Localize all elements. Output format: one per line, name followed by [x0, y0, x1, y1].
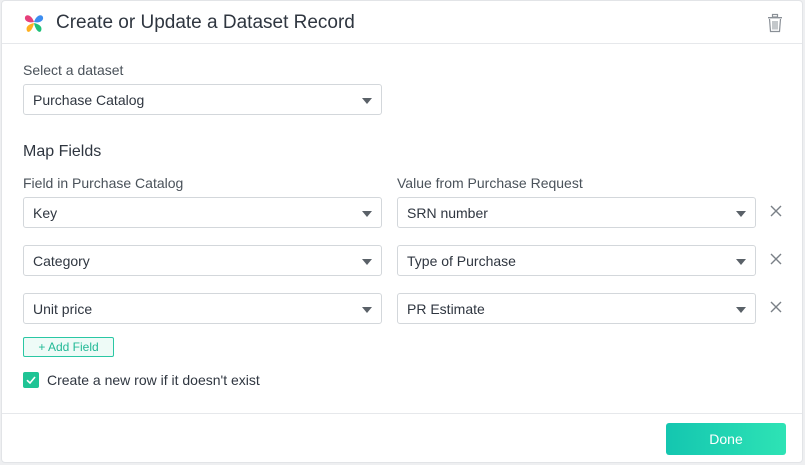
chevron-down-icon [362, 211, 372, 217]
close-icon[interactable] [769, 204, 783, 218]
modal-title: Create or Update a Dataset Record [56, 12, 355, 33]
butterfly-logo-icon [24, 15, 44, 32]
dataset-select-value: Purchase Catalog [33, 92, 145, 108]
checkmark-icon [26, 376, 36, 385]
map-fields-title: Map Fields [23, 143, 102, 160]
field-select-value: Key [33, 205, 58, 221]
value-select-value: SRN number [407, 205, 488, 221]
modal-header: Create or Update a Dataset Record [2, 1, 802, 44]
create-row-checkbox[interactable] [23, 372, 39, 388]
value-select-pr-estimate[interactable]: PR Estimate [397, 293, 756, 324]
dataset-record-modal: Create or Update a Dataset Record Select… [1, 0, 803, 463]
value-select-value: Type of Purchase [407, 253, 516, 269]
field-select-key[interactable]: Key [23, 197, 382, 228]
create-row-label: Create a new row if it doesn't exist [47, 372, 260, 388]
field-select-category[interactable]: Category [23, 245, 382, 276]
field-select-unit-price[interactable]: Unit price [23, 293, 382, 324]
dataset-select[interactable]: Purchase Catalog [23, 84, 382, 115]
chevron-down-icon [736, 259, 746, 265]
field-column-header: Field in Purchase Catalog [23, 175, 184, 191]
close-icon[interactable] [769, 252, 783, 266]
value-column-header: Value from Purchase Request [397, 175, 583, 191]
field-select-value: Category [33, 253, 90, 269]
value-select-srn-number[interactable]: SRN number [397, 197, 756, 228]
chevron-down-icon [362, 307, 372, 313]
close-icon[interactable] [769, 300, 783, 314]
dataset-label: Select a dataset [23, 62, 124, 78]
add-field-button[interactable]: + Add Field [23, 337, 114, 357]
chevron-down-icon [736, 307, 746, 313]
chevron-down-icon [362, 98, 372, 104]
chevron-down-icon [362, 259, 372, 265]
done-button[interactable]: Done [666, 423, 786, 455]
modal-footer: Done [2, 413, 802, 462]
value-select-value: PR Estimate [407, 301, 485, 317]
field-select-value: Unit price [33, 301, 93, 317]
value-select-type-of-purchase[interactable]: Type of Purchase [397, 245, 756, 276]
chevron-down-icon [736, 211, 746, 217]
trash-icon[interactable] [766, 13, 784, 33]
